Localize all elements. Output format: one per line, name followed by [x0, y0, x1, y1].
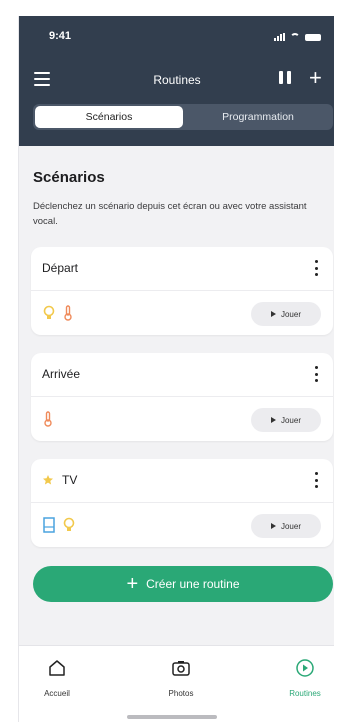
nav-label: Routines — [289, 689, 321, 698]
nav-accueil[interactable]: Accueil — [27, 658, 87, 698]
shutter-icon — [43, 517, 55, 533]
play-button[interactable]: Jouer — [251, 514, 321, 538]
thermometer-icon — [44, 411, 52, 427]
scenario-name: Arrivée — [42, 367, 80, 381]
scenario-header: Arrivée — [31, 353, 333, 397]
scenario-header: Départ — [31, 247, 333, 291]
tab-scenarios[interactable]: Scénarios — [35, 106, 183, 128]
create-routine-label: Créer une routine — [146, 577, 240, 591]
home-icon — [49, 660, 65, 676]
scenario-device-icons — [43, 517, 75, 533]
play-label: Jouer — [280, 415, 301, 425]
thermometer-icon — [64, 305, 72, 321]
scenario-card-arrivee: Arrivée Jouer — [31, 353, 333, 441]
routines-play-icon — [296, 659, 314, 677]
header: 9:41 Routines + Scénarios Programmation — [19, 16, 334, 146]
camera-icon — [172, 661, 190, 676]
wifi-icon — [290, 33, 300, 41]
status-icons — [274, 33, 321, 41]
scenario-name-label: TV — [62, 473, 78, 487]
nav-label: Accueil — [44, 689, 70, 698]
status-bar: 9:41 — [19, 30, 334, 48]
nav-label: Photos — [168, 689, 194, 698]
scenario-device-icons — [43, 411, 53, 427]
plus-icon: + — [126, 573, 139, 595]
bottom-nav: Accueil Photos Routines — [19, 645, 334, 722]
bulb-icon — [63, 517, 75, 531]
bulb-icon — [43, 305, 55, 319]
create-routine-button[interactable]: + Créer une routine — [33, 566, 333, 602]
more-options-icon[interactable] — [313, 363, 319, 385]
more-options-icon[interactable] — [313, 257, 319, 279]
play-button[interactable]: Jouer — [251, 302, 321, 326]
section-title: Scénarios — [33, 169, 105, 186]
app-screen: 9:41 Routines + Scénarios Programmation … — [18, 16, 334, 722]
more-options-icon[interactable] — [313, 469, 319, 491]
add-icon[interactable]: + — [309, 66, 322, 90]
scenario-header: TV — [31, 459, 333, 503]
star-icon — [43, 475, 53, 485]
scenario-name-label: Arrivée — [42, 367, 81, 381]
signal-icon — [274, 33, 285, 41]
battery-icon — [305, 33, 321, 41]
section-description: Déclenchez un scénario depuis cet écran … — [33, 201, 307, 227]
status-time: 9:41 — [49, 30, 72, 42]
home-indicator — [127, 715, 217, 719]
nav-photos[interactable]: Photos — [151, 658, 211, 698]
scenario-card-depart: Départ Jouer — [31, 247, 333, 335]
scenario-card-tv: TV Jouer — [31, 459, 333, 547]
play-button[interactable]: Jouer — [251, 408, 321, 432]
play-label: Jouer — [280, 309, 301, 319]
play-label: Jouer — [280, 521, 301, 531]
play-icon — [270, 523, 276, 529]
scenario-name: TV — [42, 473, 77, 487]
play-icon — [270, 311, 276, 317]
tab-programmation[interactable]: Programmation — [185, 106, 331, 128]
nav-routines[interactable]: Routines — [275, 658, 334, 698]
segmented-control: Scénarios Programmation — [33, 104, 333, 130]
pause-icon[interactable] — [279, 71, 291, 85]
scenario-device-icons — [43, 305, 73, 321]
scenario-name-label: Départ — [42, 261, 79, 275]
top-bar: Routines + — [19, 66, 334, 94]
play-icon — [270, 417, 276, 423]
scenario-name: Départ — [42, 261, 78, 275]
